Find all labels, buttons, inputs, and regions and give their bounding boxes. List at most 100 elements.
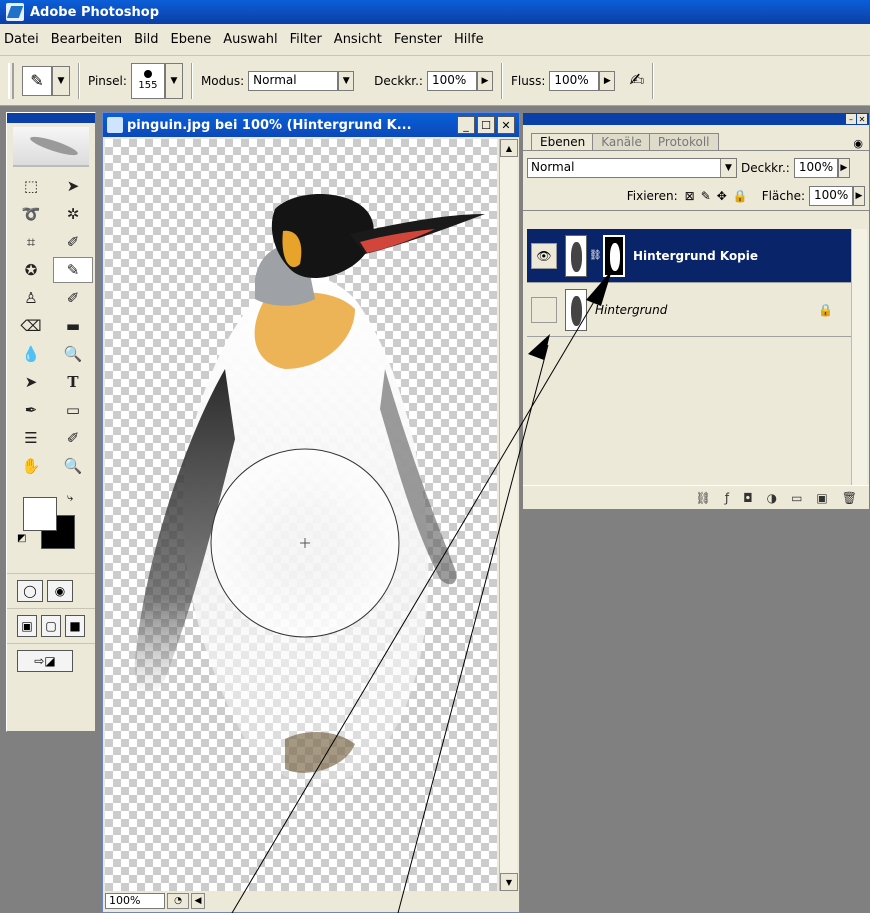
marquee-tool-icon[interactable]: ⬚ xyxy=(11,173,51,199)
menu-bearbeiten[interactable]: Bearbeiten xyxy=(51,32,122,47)
tab-ebenen[interactable]: Ebenen xyxy=(531,133,595,150)
lasso-tool-icon[interactable]: ➰ xyxy=(11,201,51,227)
menu-auswahl[interactable]: Auswahl xyxy=(223,32,277,47)
full-screen-icon[interactable]: ■ xyxy=(65,615,85,637)
foreground-color-swatch[interactable] xyxy=(23,497,57,531)
brush-dropdown[interactable]: ▼ xyxy=(164,62,183,99)
new-group-icon[interactable]: ▭ xyxy=(791,491,802,505)
divider xyxy=(652,62,655,99)
scroll-down-icon[interactable]: ▼ xyxy=(500,873,518,891)
swap-colors-icon[interactable]: ⤷ xyxy=(67,491,73,505)
tool-preset-dropdown[interactable]: ▼ xyxy=(52,65,70,96)
notes-tool-icon[interactable]: ☰ xyxy=(11,425,51,451)
menu-hilfe[interactable]: Hilfe xyxy=(454,32,484,47)
toolbox-titlebar[interactable] xyxy=(7,113,95,123)
brush-size: 155 xyxy=(138,79,158,91)
gradient-tool-icon[interactable]: ▬ xyxy=(53,313,93,339)
trash-icon[interactable]: 🗑 xyxy=(842,491,857,505)
image-canvas[interactable] xyxy=(105,139,497,891)
maximize-icon[interactable]: ☐ xyxy=(477,116,495,134)
palette-menu-icon[interactable]: ◉ xyxy=(853,137,863,150)
scroll-up-icon[interactable]: ▲ xyxy=(500,139,518,157)
flow-field[interactable]: 100% xyxy=(549,70,600,91)
layers-scrollbar[interactable] xyxy=(851,229,867,485)
brush-picker[interactable]: 155 xyxy=(130,62,165,99)
eraser-tool-icon[interactable]: ⌫ xyxy=(11,313,51,339)
canvas-vertical-scrollbar[interactable]: ▲ ▼ xyxy=(499,139,518,891)
add-mask-icon[interactable]: ◘ xyxy=(743,491,753,505)
history-brush-tool-icon[interactable]: ✐ xyxy=(53,285,93,311)
path-selection-tool-icon[interactable]: ➤ xyxy=(11,369,51,395)
close-icon[interactable]: ✕ xyxy=(497,116,515,134)
blur-tool-icon[interactable]: 💧 xyxy=(11,341,51,367)
opacity-field[interactable]: 100% xyxy=(426,70,477,91)
lock-all-icon[interactable]: 🔒 xyxy=(733,189,748,203)
layer-style-icon[interactable]: ƒ xyxy=(725,491,729,505)
new-layer-icon[interactable]: ▣ xyxy=(816,491,827,505)
full-screen-menu-icon[interactable]: ▢ xyxy=(41,615,61,637)
blend-mode-select[interactable]: Normal ▼ xyxy=(527,158,737,178)
dodge-tool-icon[interactable]: 🔍 xyxy=(53,341,93,367)
standard-mode-icon[interactable]: ◯ xyxy=(17,580,43,602)
rectangle-tool-icon[interactable]: ▭ xyxy=(53,397,93,423)
layer-opacity-field[interactable]: 100% xyxy=(793,158,838,178)
scroll-left-icon[interactable]: ◀ xyxy=(191,893,205,909)
layer-row-hintergrund-kopie[interactable]: 👁 ⛓ Hintergrund Kopie xyxy=(527,229,853,283)
clone-stamp-tool-icon[interactable]: ♙ xyxy=(11,285,51,311)
magic-wand-tool-icon[interactable]: ✲ xyxy=(53,201,93,227)
brush-icon: ✎ xyxy=(30,71,44,90)
blend-mode-dropdown-icon[interactable]: ▼ xyxy=(720,159,736,177)
layer-opacity-slider-button[interactable]: ▶ xyxy=(837,158,850,178)
visibility-toggle[interactable] xyxy=(531,296,557,323)
fill-slider-button[interactable]: ▶ xyxy=(853,185,865,206)
zoom-tool-icon[interactable]: 🔍 xyxy=(53,453,93,479)
minimize-icon[interactable]: _ xyxy=(457,116,475,134)
menu-fenster[interactable]: Fenster xyxy=(394,32,442,47)
status-info-icon[interactable]: ◔ xyxy=(167,893,189,909)
menu-filter[interactable]: Filter xyxy=(290,32,322,47)
crop-tool-icon[interactable]: ⌗ xyxy=(11,229,51,255)
default-colors-icon[interactable]: ◩ xyxy=(17,533,26,544)
tab-kanaele[interactable]: Kanäle xyxy=(592,133,651,150)
tool-preset-picker[interactable]: ✎ xyxy=(22,65,52,96)
healing-brush-tool-icon[interactable]: ✪ xyxy=(11,257,51,283)
link-mask-icon[interactable]: ⛓ xyxy=(589,250,602,261)
type-tool-icon[interactable]: T xyxy=(53,369,93,395)
menu-ansicht[interactable]: Ansicht xyxy=(334,32,382,47)
move-tool-icon[interactable]: ➤ xyxy=(53,173,93,199)
menu-datei[interactable]: Datei xyxy=(4,32,39,47)
hand-tool-icon[interactable]: ✋ xyxy=(11,453,51,479)
airbrush-icon[interactable]: ✍ xyxy=(629,70,644,91)
palette-titlebar[interactable]: – ✕ xyxy=(523,113,869,125)
mode-select[interactable]: Normal xyxy=(248,70,339,91)
menu-ebene[interactable]: Ebene xyxy=(171,32,212,47)
lock-transparency-icon[interactable]: ⊠ xyxy=(685,189,695,203)
zoom-field[interactable]: 100% xyxy=(105,893,165,909)
lock-move-icon[interactable]: ✥ xyxy=(717,189,727,203)
pen-tool-icon[interactable]: ✒ xyxy=(11,397,51,423)
slice-tool-icon[interactable]: ✐ xyxy=(53,229,93,255)
eyedropper-tool-icon[interactable]: ✐ xyxy=(53,425,93,451)
document-title: pinguin.jpg bei 100% (Hintergrund K... xyxy=(127,117,412,133)
menu-bild[interactable]: Bild xyxy=(134,32,158,47)
options-grip[interactable] xyxy=(8,62,14,99)
standard-screen-icon[interactable]: ▣ xyxy=(17,615,37,637)
link-layers-icon[interactable]: ⛓ xyxy=(696,491,711,505)
eye-icon[interactable]: 👁 xyxy=(531,242,557,269)
tab-protokoll[interactable]: Protokoll xyxy=(648,133,719,150)
jump-to-imageready-icon[interactable]: ⇨◪ xyxy=(17,650,73,672)
flow-slider-button[interactable]: ▶ xyxy=(599,70,616,91)
brush-tool-icon[interactable]: ✎ xyxy=(53,257,93,283)
quick-mask-mode-icon[interactable]: ◉ xyxy=(47,580,73,602)
fill-field[interactable]: 100% xyxy=(809,185,853,206)
layer-mask-thumbnail[interactable] xyxy=(603,234,625,277)
palette-close-icon[interactable]: ✕ xyxy=(857,114,867,124)
mode-dropdown[interactable]: ▼ xyxy=(338,70,355,91)
layer-row-hintergrund[interactable]: Hintergrund 🔒 xyxy=(527,283,853,337)
lock-paint-icon[interactable]: ✎ xyxy=(701,189,711,203)
document-title-bar[interactable]: pinguin.jpg bei 100% (Hintergrund K... _… xyxy=(103,113,519,137)
adjustment-layer-icon[interactable]: ◑ xyxy=(767,491,777,505)
adobe-feather-icon[interactable] xyxy=(13,127,89,167)
opacity-slider-button[interactable]: ▶ xyxy=(476,70,493,91)
palette-minimize-icon[interactable]: – xyxy=(846,114,856,124)
